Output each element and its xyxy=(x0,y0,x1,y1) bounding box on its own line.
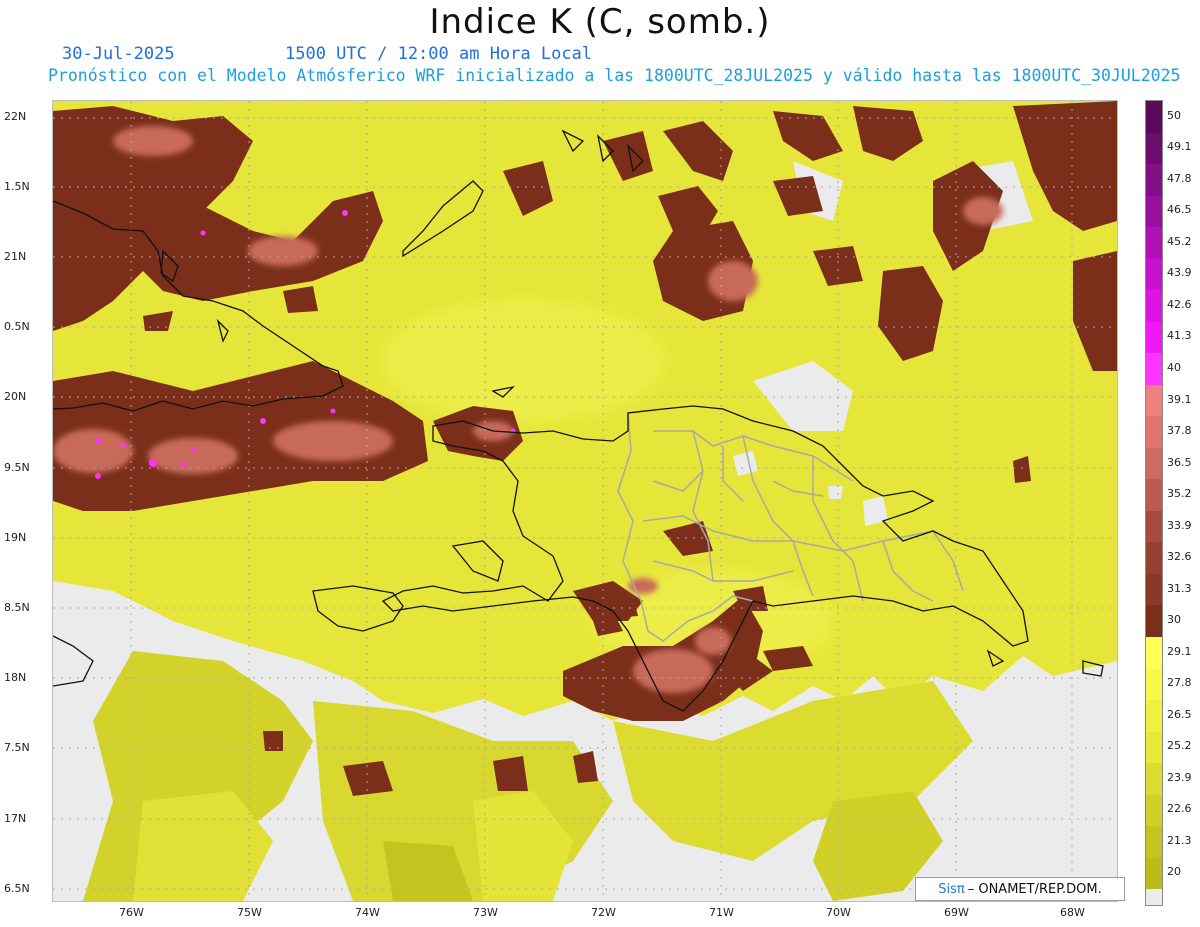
lat-label: 1.5N xyxy=(4,180,30,193)
colorbar-swatch xyxy=(1146,164,1162,197)
colorbar-swatch xyxy=(1146,290,1162,323)
colorbar-label: 35.2 xyxy=(1167,487,1192,501)
colorbar-swatch xyxy=(1146,668,1162,701)
colorbar-label: 50 xyxy=(1167,108,1181,122)
colorbar-swatch xyxy=(1146,794,1162,827)
colorbar xyxy=(1145,100,1163,906)
colorbar-swatch xyxy=(1146,826,1162,859)
forecast-date: 30-Jul-2025 xyxy=(62,44,175,64)
lat-label: 8.5N xyxy=(4,601,30,614)
forecast-time: 1500 UTC / 12:00 am Hora Local xyxy=(285,44,593,64)
colorbar-label: 39.1 xyxy=(1167,392,1192,406)
colorbar-label: 32.6 xyxy=(1167,550,1192,564)
colorbar-label: 20 xyxy=(1167,865,1181,879)
colorbar-label: 41.3 xyxy=(1167,329,1192,343)
colorbar-swatch xyxy=(1146,101,1162,134)
colorbar-label: 33.9 xyxy=(1167,518,1192,532)
lat-label: 20N xyxy=(4,390,27,403)
lon-label: 71W xyxy=(709,906,734,919)
colorbar-label: 27.8 xyxy=(1167,676,1192,690)
colorbar-swatch xyxy=(1146,353,1162,386)
lon-label: 69W xyxy=(944,906,969,919)
lon-label: 74W xyxy=(355,906,380,919)
colorbar-swatch xyxy=(1146,416,1162,449)
colorbar-label: 46.5 xyxy=(1167,203,1192,217)
forecast-description: Pronóstico con el Modelo Atmósferico WRF… xyxy=(48,66,1181,85)
lon-label: 76W xyxy=(119,906,144,919)
colorbar-label: 42.6 xyxy=(1167,297,1192,311)
colorbar-swatch xyxy=(1146,384,1162,417)
map-canvas xyxy=(52,100,1118,902)
colorbar-swatch xyxy=(1146,258,1162,291)
colorbar-label: 30 xyxy=(1167,613,1181,627)
colorbar-label: 45.2 xyxy=(1167,234,1192,248)
lon-label: 72W xyxy=(591,906,616,919)
lat-label: 18N xyxy=(4,671,27,684)
colorbar-swatch xyxy=(1146,510,1162,543)
credit-text: – ONAMET/REP.DOM. xyxy=(967,881,1102,897)
credit-box: Sisπ – ONAMET/REP.DOM. xyxy=(915,877,1125,901)
map-title: Indice K (C, somb.) xyxy=(429,2,771,42)
colorbar-swatch xyxy=(1146,700,1162,733)
colorbar-swatch-low xyxy=(1146,889,1162,905)
lon-label: 68W xyxy=(1060,906,1085,919)
lon-label: 75W xyxy=(237,906,262,919)
colorbar-swatch xyxy=(1146,763,1162,796)
colorbar-swatch xyxy=(1146,731,1162,764)
colorbar-label: 37.8 xyxy=(1167,424,1192,438)
colorbar-label: 26.5 xyxy=(1167,707,1192,721)
lat-label: 19N xyxy=(4,531,27,544)
colorbar-swatch xyxy=(1146,195,1162,228)
lat-label: 17N xyxy=(4,812,27,825)
colorbar-label: 29.1 xyxy=(1167,644,1192,658)
colorbar-label: 36.5 xyxy=(1167,455,1192,469)
colorbar-label: 25.2 xyxy=(1167,739,1192,753)
lat-label: 9.5N xyxy=(4,461,30,474)
sispi-logo: Sisπ xyxy=(938,881,965,897)
lat-label: 7.5N xyxy=(4,741,30,754)
colorbar-swatch xyxy=(1146,321,1162,354)
colorbar-label: 40 xyxy=(1167,361,1181,374)
k-index-field xyxy=(53,101,1117,901)
colorbar-label: 23.9 xyxy=(1167,770,1192,784)
lon-label: 70W xyxy=(826,906,851,919)
colorbar-swatch xyxy=(1146,857,1162,890)
colorbar-label: 43.9 xyxy=(1167,266,1192,280)
colorbar-swatch xyxy=(1146,542,1162,575)
colorbar-swatch xyxy=(1146,227,1162,260)
lat-label: 21N xyxy=(4,250,27,263)
colorbar-swatch xyxy=(1146,637,1162,670)
lat-label: 6.5N xyxy=(4,882,30,895)
lat-label: 0.5N xyxy=(4,320,30,333)
colorbar-swatch xyxy=(1146,447,1162,480)
colorbar-swatch xyxy=(1146,479,1162,512)
colorbar-label: 21.3 xyxy=(1167,833,1192,847)
colorbar-label: 47.8 xyxy=(1167,171,1192,185)
colorbar-label: 49.1 xyxy=(1167,140,1192,154)
lon-label: 73W xyxy=(473,906,498,919)
colorbar-swatch xyxy=(1146,573,1162,606)
colorbar-swatch xyxy=(1146,605,1162,638)
colorbar-swatch xyxy=(1146,132,1162,165)
colorbar-label: 31.3 xyxy=(1167,581,1192,595)
lat-label: 22N xyxy=(4,110,27,123)
colorbar-label: 22.6 xyxy=(1167,802,1192,816)
